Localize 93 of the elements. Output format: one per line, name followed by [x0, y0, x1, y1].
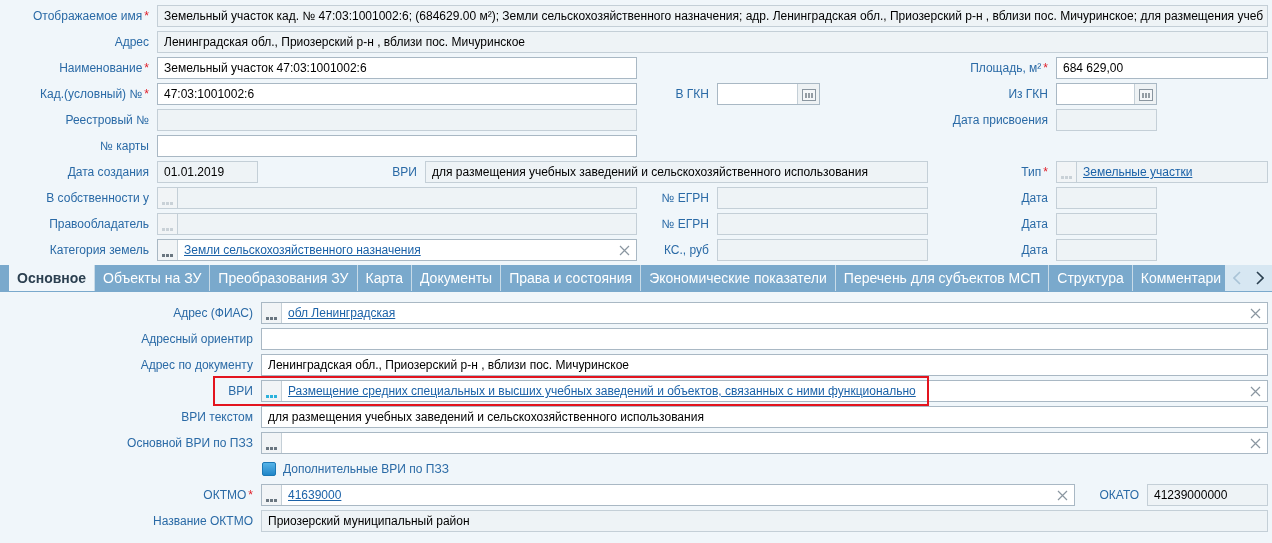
- field-label: ВРИ: [228, 383, 253, 400]
- dots-icon: [266, 447, 277, 450]
- field-label: Дата: [1021, 242, 1048, 259]
- calendar-icon: [1138, 87, 1153, 101]
- field-label: Адрес по документу: [140, 357, 253, 374]
- field-label: ВРИ текстом: [181, 409, 253, 426]
- field-value: 47:03:1001002:6: [163, 86, 256, 103]
- clear-icon[interactable]: [619, 244, 630, 256]
- required-mark: *: [144, 60, 149, 77]
- field-label: В собственности у: [46, 190, 149, 207]
- dots-icon: [1061, 176, 1072, 179]
- field-label: Основной ВРИ по ПЗЗ: [127, 435, 253, 452]
- clear-icon[interactable]: [1250, 307, 1261, 319]
- lookup-field[interactable]: обл Ленинградская: [261, 302, 1268, 324]
- dots-icon: [162, 254, 173, 257]
- field-label: Дата: [1021, 216, 1048, 233]
- calendar-icon: [801, 87, 816, 101]
- checkbox-label: Дополнительные ВРИ по ПЗЗ: [283, 461, 449, 478]
- field-value: Земельный участок 47:03:1001002:6: [163, 60, 368, 77]
- field-value: Земельный участок кад. № 47:03:1001002:6; (684629.00 м²); Земли сельскохозяйственного назначения; адр. Ленинградская обл., Приозерский р-н , вблизи пос. Мичуринское; для размещения учеб: [163, 8, 1265, 25]
- required-mark: *: [144, 8, 149, 25]
- lookup-field[interactable]: 41639000: [261, 484, 1075, 506]
- lookup-field[interactable]: [261, 432, 1268, 454]
- dots-icon: [266, 395, 277, 398]
- field-label: Название ОКТМО: [153, 513, 253, 530]
- select-button[interactable]: [262, 381, 282, 401]
- lookup-link[interactable]: Земли сельскохозяйственного назначения: [178, 243, 427, 257]
- required-mark: *: [1043, 164, 1048, 181]
- field-label: Кад.(условный) №: [40, 86, 143, 103]
- calendar-button[interactable]: [797, 84, 819, 104]
- calendar-button[interactable]: [1134, 84, 1156, 104]
- field-label: Дата: [1021, 190, 1048, 207]
- clear-icon[interactable]: [1057, 489, 1068, 501]
- text-field[interactable]: 684 629,00: [1056, 57, 1268, 79]
- field-label: Правообладатель: [49, 216, 149, 233]
- text-field[interactable]: Ленинградская обл., Приозерский р-н , вблизи пос. Мичуринское: [261, 354, 1268, 376]
- lookup-field[interactable]: Земли сельскохозяйственного назначения: [157, 239, 637, 261]
- field-value: Приозерский муниципальный район: [267, 513, 471, 530]
- field-label: Адресный ориентир: [141, 331, 253, 348]
- select-button[interactable]: [158, 240, 178, 260]
- field-value: для размещения учебных заведений и сельскохозяйственного использования: [431, 164, 869, 181]
- text-field[interactable]: Земельный участок 47:03:1001002:6: [157, 57, 637, 79]
- field-label: Наименование: [59, 60, 143, 77]
- checkbox[interactable]: [262, 462, 276, 476]
- field-label: Реестровый №: [65, 112, 149, 129]
- field-label: Тип: [1021, 164, 1042, 181]
- field-label: Адрес (ФИАС): [173, 305, 253, 322]
- field-label: Площадь, м²: [970, 60, 1042, 77]
- date-field[interactable]: [1056, 83, 1157, 105]
- dots-icon: [162, 202, 173, 205]
- field-value: 684 629,00: [1062, 60, 1125, 77]
- date-field[interactable]: [717, 83, 820, 105]
- field-label: № ЕГРН: [661, 190, 709, 207]
- field-label: Отображаемое имя: [32, 8, 143, 25]
- clear-icon[interactable]: [1250, 437, 1261, 449]
- chevron-left-icon[interactable]: [1232, 271, 1241, 285]
- dots-icon: [266, 499, 277, 502]
- select-button[interactable]: [262, 433, 282, 453]
- select-button[interactable]: [262, 485, 282, 505]
- tab[interactable]: Основное: [9, 265, 96, 291]
- field-value: для размещения учебных заведений и сельскохозяйственного использования: [267, 409, 705, 426]
- field-value: 41239000000: [1153, 487, 1229, 504]
- field-label: № ЕГРН: [661, 216, 709, 233]
- lookup-field[interactable]: Размещение средних специальных и высших учебных заведений и объектов, связанных с ними функционально: [261, 380, 1268, 402]
- field-label: Адрес: [114, 34, 149, 51]
- text-field[interactable]: для размещения учебных заведений и сельскохозяйственного использования: [261, 406, 1268, 428]
- field-label: ВРИ: [392, 164, 417, 181]
- text-field[interactable]: [261, 328, 1268, 350]
- field-label: Дата создания: [67, 164, 149, 181]
- lookup-link[interactable]: обл Ленинградская: [282, 306, 402, 320]
- field-label: ОКАТО: [1099, 487, 1139, 504]
- text-field[interactable]: [157, 135, 637, 157]
- required-mark: *: [144, 86, 149, 103]
- lookup-link[interactable]: 41639000: [282, 488, 348, 502]
- select-button[interactable]: [262, 303, 282, 323]
- field-label: № карты: [100, 138, 149, 155]
- field-label: Из ГКН: [1008, 86, 1048, 103]
- dots-icon: [162, 228, 173, 231]
- clear-icon[interactable]: [1250, 385, 1261, 397]
- field-label: В ГКН: [675, 86, 709, 103]
- dots-icon: [266, 317, 277, 320]
- required-mark: *: [1043, 60, 1048, 77]
- field-value: 01.01.2019: [163, 164, 226, 181]
- text-field[interactable]: 47:03:1001002:6: [157, 83, 637, 105]
- lookup-link[interactable]: Размещение средних специальных и высших учебных заведений и объектов, связанных с ними функционально: [282, 384, 922, 398]
- field-label: ОКТМО: [203, 487, 247, 504]
- field-label: КС., руб: [663, 242, 709, 259]
- chevron-right-icon[interactable]: [1256, 271, 1265, 285]
- field-value: Ленинградская обл., Приозерский р-н , вблизи пос. Мичуринское: [163, 34, 527, 51]
- required-mark: *: [248, 487, 253, 504]
- field-label: Дата присвоения: [952, 112, 1048, 129]
- field-value: Ленинградская обл., Приозерский р-н , вблизи пос. Мичуринское: [267, 357, 631, 374]
- field-label: Категория земель: [49, 242, 149, 259]
